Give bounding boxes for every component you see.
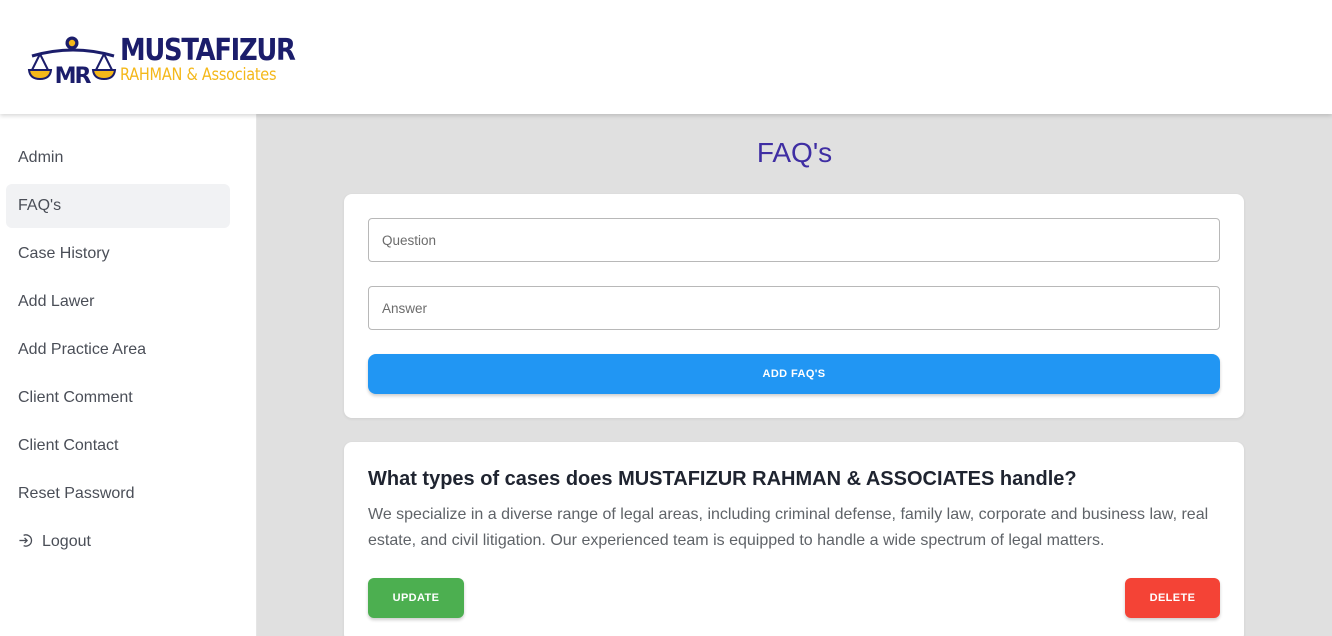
sidebar: Admin FAQ's Case History Add Lawer Add P… (0, 114, 257, 636)
brand-subtitle: RAHMAN & Associates (120, 65, 277, 84)
faq-form-card: ADD FAQ'S (344, 194, 1244, 418)
brand-logo[interactable]: MR MUSTAFIZUR RAHMAN & Associates (26, 34, 306, 88)
sidebar-item-logout-label: Logout (42, 533, 91, 550)
sidebar-item-add-practice-area[interactable]: Add Practice Area (6, 328, 230, 372)
scales-of-justice-icon: MR (27, 36, 117, 86)
sidebar-item-client-contact[interactable]: Client Contact (6, 424, 230, 468)
sidebar-item-logout[interactable]: Logout (6, 520, 230, 564)
question-input[interactable] (368, 218, 1220, 262)
sidebar-item-admin[interactable]: Admin (6, 136, 230, 180)
page-title: FAQ's (756, 137, 833, 168)
brand-title: MUSTAFIZUR (120, 33, 296, 68)
update-button[interactable]: UPDATE (368, 578, 464, 618)
sidebar-item-reset-password[interactable]: Reset Password (6, 472, 230, 516)
sidebar-item-case-history[interactable]: Case History (6, 232, 230, 276)
logo-monogram: MR (55, 64, 92, 86)
sidebar-item-add-lawer[interactable]: Add Lawer (6, 280, 230, 324)
answer-input[interactable] (368, 286, 1220, 330)
sidebar-item-faqs[interactable]: FAQ's (6, 184, 230, 228)
faq-item-card: What types of cases does MUSTAFIZUR RAHM… (344, 442, 1244, 636)
sidebar-item-client-comment[interactable]: Client Comment (6, 376, 230, 420)
faq-question: What types of cases does MUSTAFIZUR RAHM… (368, 468, 1077, 490)
header: MR MUSTAFIZUR RAHMAN & Associates (0, 0, 1332, 114)
add-faq-button[interactable]: ADD FAQ'S (368, 354, 1220, 394)
faq-answer: We specialize in a diverse range of lega… (368, 506, 1209, 549)
logout-icon (18, 533, 34, 551)
main-content: FAQ's ADD FAQ'S What types of cases does… (257, 114, 1332, 636)
delete-button[interactable]: DELETE (1125, 578, 1220, 618)
